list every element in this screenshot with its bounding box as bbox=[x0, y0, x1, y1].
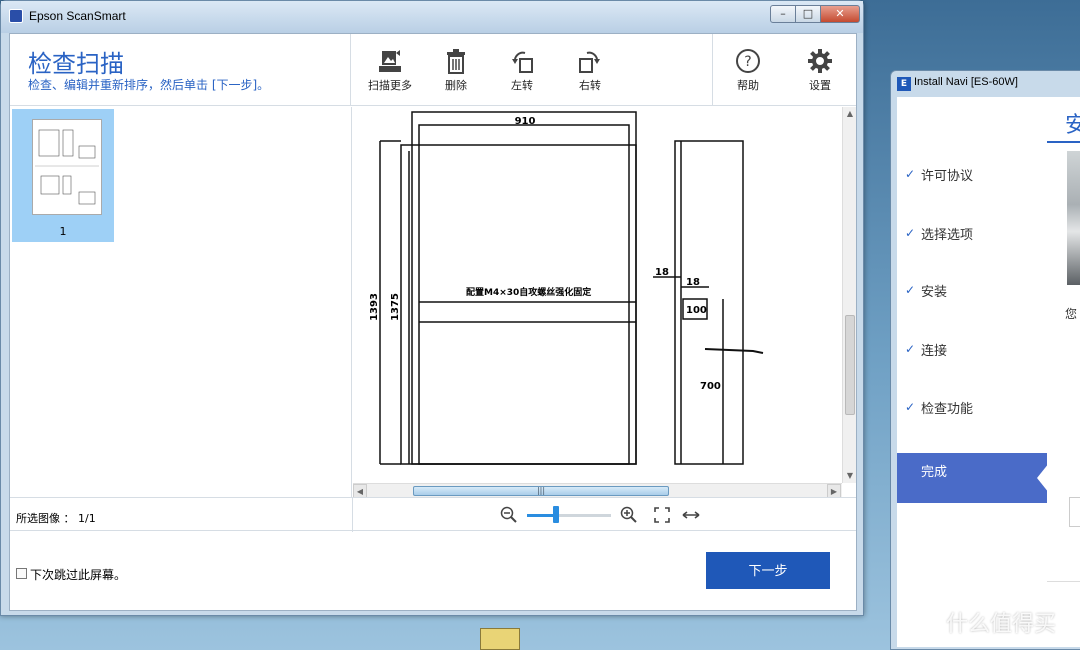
delete-label: 删除 bbox=[445, 79, 467, 92]
page-title: 检查扫描 bbox=[28, 50, 124, 78]
scansmart-window: Epson ScanSmart – □ ✕ 检查扫描 检查、编辑并重新排序，然后… bbox=[0, 0, 864, 616]
install-navi-title[interactable]: Install Navi [ES-60W] bbox=[914, 76, 1018, 88]
install-navi-divider bbox=[1047, 581, 1080, 582]
settings-label: 设置 bbox=[809, 79, 831, 92]
scan-more-button[interactable]: 扫描更多 bbox=[360, 44, 420, 100]
dim-side-a-label: 18 bbox=[655, 267, 669, 278]
step-options: ✓ 选择选项 bbox=[897, 216, 1047, 266]
step-check-function: ✓ 检查功能 bbox=[897, 390, 1047, 440]
taskbar-folder-icon[interactable] bbox=[480, 628, 520, 650]
help-label: 帮助 bbox=[737, 79, 759, 92]
step-label: 完成 bbox=[921, 465, 948, 480]
status-divider bbox=[352, 498, 353, 532]
app-icon bbox=[9, 9, 23, 23]
install-navi-window: E Install Navi [ES-60W] 安 您 ✓ 许可协议 ✓ 选择选… bbox=[890, 70, 1080, 650]
heading-underline bbox=[1047, 141, 1080, 143]
scroll-left-arrow[interactable]: ◀ bbox=[353, 484, 367, 498]
skip-screen-checkbox[interactable] bbox=[16, 568, 27, 579]
horizontal-scroll-thumb[interactable]: ||| bbox=[413, 486, 669, 496]
step-check-icon: ✓ bbox=[905, 283, 916, 297]
header-divider bbox=[712, 34, 713, 106]
close-button[interactable]: ✕ bbox=[820, 5, 860, 23]
help-button[interactable]: ? 帮助 bbox=[718, 44, 778, 100]
scan-more-label: 扫描更多 bbox=[368, 79, 412, 92]
thumbnail-page-number: 1 bbox=[59, 225, 67, 238]
scroll-down-arrow[interactable]: ▼ bbox=[843, 469, 857, 483]
zoom-out-icon[interactable] bbox=[500, 506, 518, 524]
active-step-arrow bbox=[1037, 453, 1057, 503]
scroll-up-arrow[interactable]: ▲ bbox=[843, 107, 857, 121]
header: 检查扫描 检查、编辑并重新排序，然后单击 [下一步]。 扫描更多 删除 左转 右… bbox=[10, 34, 856, 106]
technical-drawing: 910 1393 1375 配置M4×30自攻螺丝强化固定 18 18 100 … bbox=[369, 111, 764, 465]
vertical-scrollbar[interactable]: ▲ ▼ bbox=[842, 107, 856, 483]
watermark-logo-icon bbox=[912, 610, 942, 640]
status-row: 所选图像 ： 1/1 bbox=[10, 497, 856, 532]
dim-top-label: 910 bbox=[515, 116, 536, 127]
gear-icon bbox=[808, 49, 832, 73]
step-check-icon: ✓ bbox=[905, 167, 916, 181]
dim-box-label: 100 bbox=[686, 305, 707, 316]
step-license: ✓ 许可协议 bbox=[897, 157, 1047, 207]
product-photo bbox=[1067, 151, 1080, 285]
step-label: 安装 bbox=[921, 285, 948, 300]
rotate-left-button[interactable]: 左转 bbox=[492, 44, 552, 100]
install-navi-app-icon: E bbox=[897, 77, 911, 91]
step-finish: 完成 bbox=[897, 453, 1057, 503]
zoom-slider-fill bbox=[527, 514, 556, 517]
rotate-right-button[interactable]: 右转 bbox=[560, 44, 620, 100]
window-title: Epson ScanSmart bbox=[29, 9, 126, 23]
install-navi-client: 安 您 ✓ 许可协议 ✓ 选择选项 ✓ 安装 ✓ 连接 ✓ 检查功能 完成 bbox=[897, 97, 1080, 647]
install-navi-button[interactable] bbox=[1069, 497, 1080, 527]
fit-width-icon[interactable] bbox=[682, 507, 700, 523]
step-label: 连接 bbox=[921, 344, 948, 359]
rotate-right-label: 右转 bbox=[579, 79, 601, 92]
step-label: 检查功能 bbox=[921, 402, 974, 417]
skip-screen-label[interactable]: 下次跳过此屏幕。 bbox=[30, 566, 126, 583]
watermark-text: 什么值得买 bbox=[946, 612, 1057, 637]
trash-icon bbox=[447, 49, 465, 74]
step-connect: ✓ 连接 bbox=[897, 332, 1047, 382]
zoom-slider-knob[interactable] bbox=[553, 506, 559, 523]
fit-to-window-icon[interactable] bbox=[654, 507, 670, 523]
horizontal-scrollbar[interactable]: ◀ ||| ▶ bbox=[353, 483, 842, 498]
maximize-button[interactable]: □ bbox=[795, 5, 821, 23]
help-icon: ? bbox=[736, 49, 760, 73]
step-check-icon: ✓ bbox=[905, 342, 916, 356]
thumbnail-panel: 1 bbox=[10, 107, 352, 497]
footer: 下次跳过此屏幕。 下一步 bbox=[10, 532, 856, 612]
dim-side-b-label: 18 bbox=[686, 277, 700, 288]
step-install: ✓ 安装 bbox=[897, 273, 1047, 323]
minimize-button[interactable]: – bbox=[770, 5, 796, 23]
step-label: 许可协议 bbox=[921, 169, 974, 184]
svg-text:?: ? bbox=[744, 54, 751, 70]
next-button[interactable]: 下一步 bbox=[706, 552, 830, 589]
rotate-left-label: 左转 bbox=[511, 79, 533, 92]
drawing-note: 配置M4×30自攻螺丝强化固定 bbox=[466, 286, 592, 298]
window-client: 检查扫描 检查、编辑并重新排序，然后单击 [下一步]。 扫描更多 删除 左转 右… bbox=[9, 33, 857, 611]
title-bar[interactable]: Epson ScanSmart – □ ✕ bbox=[1, 1, 863, 33]
scan-preview[interactable]: 910 1393 1375 配置M4×30自攻螺丝强化固定 18 18 100 … bbox=[353, 107, 856, 497]
vertical-scroll-thumb[interactable] bbox=[845, 315, 855, 415]
dim-left-outer-label: 1393 bbox=[369, 293, 380, 321]
dim-depth-label: 700 bbox=[700, 381, 721, 392]
step-check-icon: ✓ bbox=[905, 400, 916, 414]
thumbnail-image bbox=[32, 119, 102, 215]
install-message-text: 您 bbox=[1065, 307, 1078, 321]
zoom-in-icon[interactable] bbox=[620, 506, 638, 524]
page-subtitle: 检查、编辑并重新排序，然后单击 [下一步]。 bbox=[28, 78, 270, 92]
page-thumbnail[interactable]: 1 bbox=[12, 109, 114, 242]
delete-button[interactable]: 删除 bbox=[426, 44, 486, 100]
scan-more-icon bbox=[379, 50, 401, 72]
rotate-left-icon bbox=[512, 51, 533, 73]
scroll-right-arrow[interactable]: ▶ bbox=[827, 484, 841, 498]
header-divider bbox=[350, 34, 351, 106]
rotate-right-icon bbox=[579, 51, 600, 73]
install-step-heading: 安 bbox=[1065, 113, 1080, 138]
step-label: 选择选项 bbox=[921, 228, 974, 243]
settings-button[interactable]: 设置 bbox=[790, 44, 850, 100]
selected-image-count: 所选图像 ： 1/1 bbox=[16, 512, 96, 525]
step-check-icon: ✓ bbox=[905, 226, 916, 240]
watermark: 什么值得买 bbox=[912, 606, 1056, 640]
dim-left-inner-label: 1375 bbox=[390, 293, 401, 321]
